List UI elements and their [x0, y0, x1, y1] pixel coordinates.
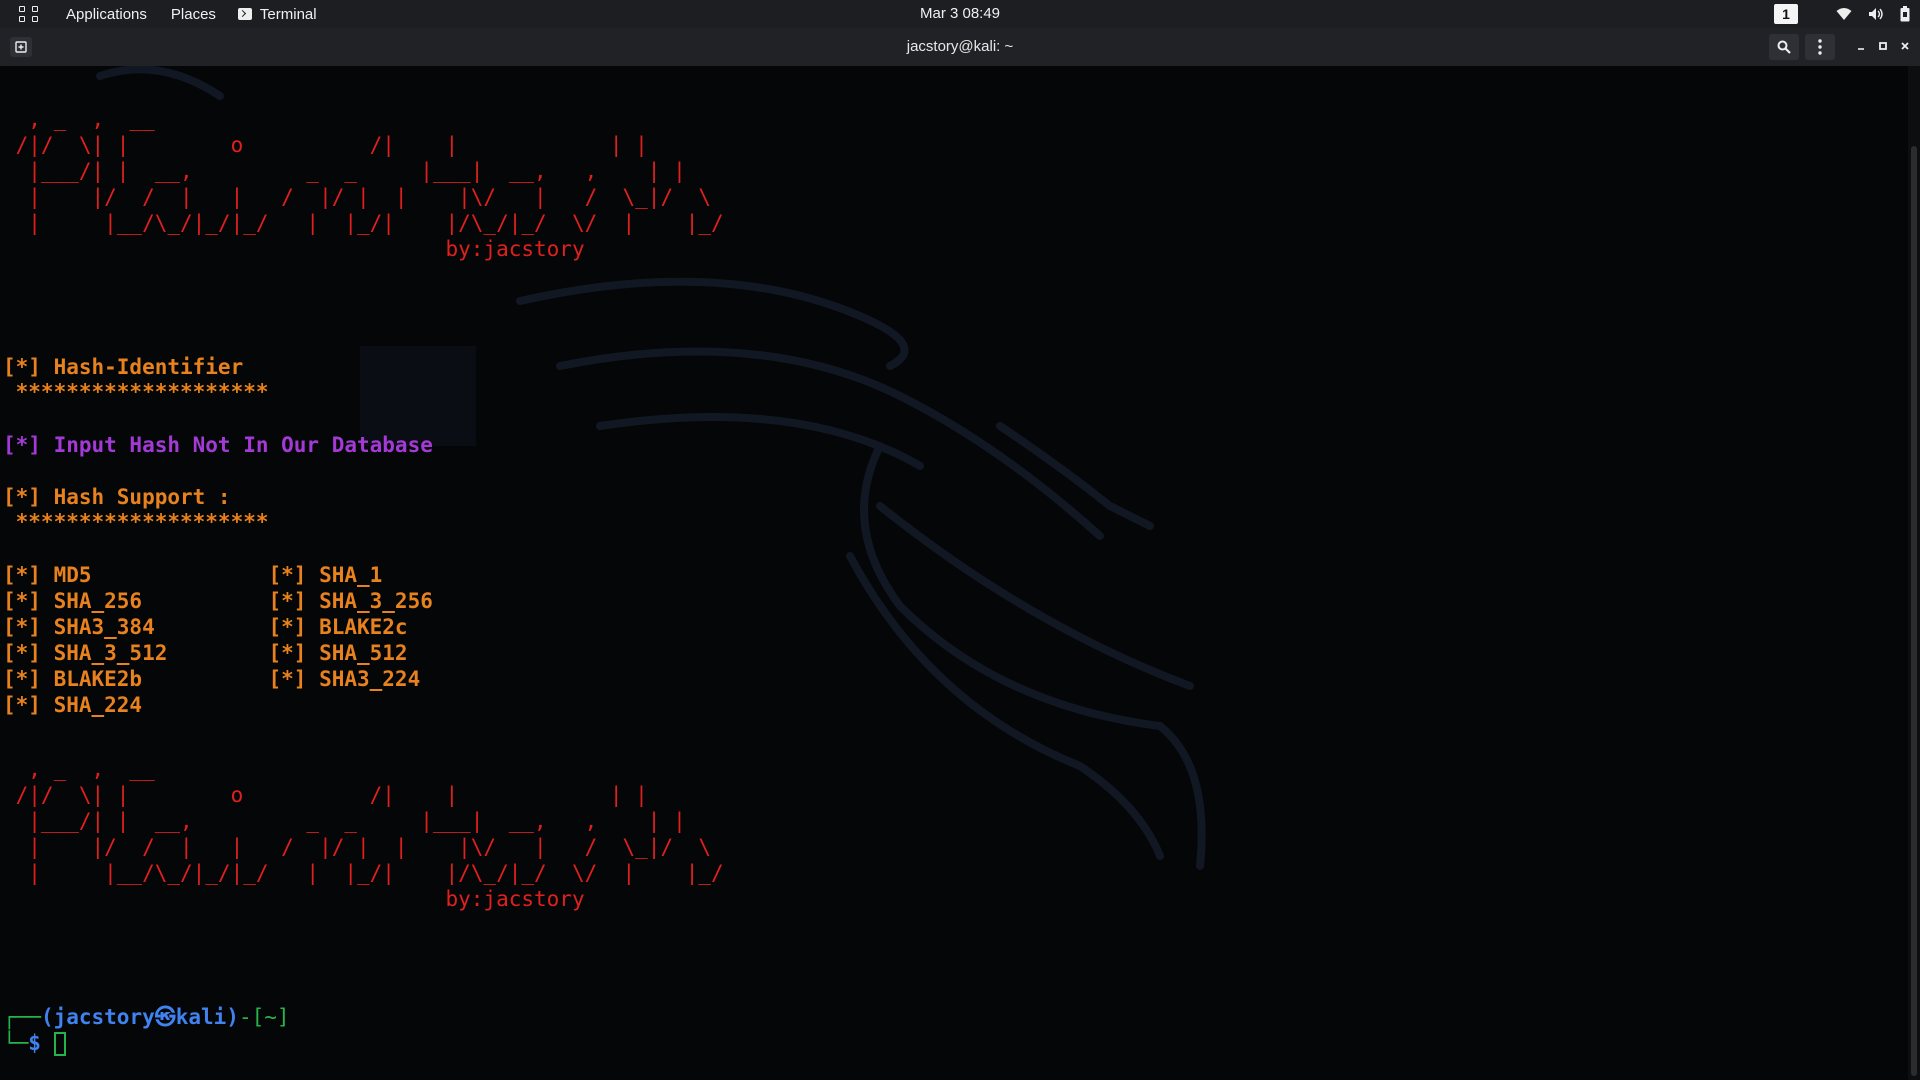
hash-row: [*] MD5 [*] SHA_1 [3, 563, 383, 587]
close-button[interactable] [1897, 38, 1913, 54]
applications-menu[interactable]: Applications [66, 6, 147, 23]
banner-byline: by:jacstory [3, 237, 585, 261]
menu-button[interactable] [1805, 34, 1835, 60]
close-icon [1901, 42, 1909, 50]
system-tray: 1 [1774, 0, 1910, 28]
window-title: jacstory@kali: ~ [906, 38, 1014, 55]
hash-row: [*] SHA_224 [3, 693, 143, 717]
kebab-menu-icon [1818, 39, 1822, 55]
ascii-banner: , _ , __ /|/ \| | o /| | | | |___/| | __… [15, 757, 724, 885]
prompt-user-host: (jacstory㉿kali) [40, 1005, 239, 1029]
workspace-indicator[interactable]: 1 [1774, 4, 1798, 24]
hash-support-title: [*] Hash Support : [3, 485, 231, 509]
volume-icon[interactable] [1868, 7, 1884, 21]
search-icon [1777, 40, 1791, 54]
not-in-database-message: [*] Input Hash Not In Our Database [3, 433, 433, 457]
minimize-icon [1858, 48, 1864, 50]
terminal-launcher-label: Terminal [259, 5, 317, 23]
prompt-prefix: ┌── [3, 1005, 41, 1029]
terminal-launcher[interactable]: Terminal [237, 5, 317, 23]
hash-identifier-title: [*] Hash-Identifier [3, 355, 244, 379]
text-cursor[interactable] [53, 1032, 66, 1056]
battery-icon[interactable] [1900, 6, 1910, 22]
terminal-viewport[interactable]: , _ , __ /|/ \| | o /| | | | |___/| | __… [0, 66, 1908, 1080]
banner-byline: by:jacstory [3, 887, 585, 911]
prompt-symbol: $ [28, 1031, 41, 1055]
clock[interactable]: Mar 3 08:49 [920, 5, 1000, 22]
terminal-icon [237, 8, 252, 20]
hash-row: [*] BLAKE2b [*] SHA3_224 [3, 667, 421, 691]
window-titlebar[interactable]: jacstory@kali: ~ [0, 28, 1920, 67]
app-grid-icon[interactable] [18, 2, 42, 26]
hash-support-stars: ******************** [3, 510, 269, 534]
maximize-button[interactable] [1875, 38, 1891, 54]
ascii-banner: , _ , __ /|/ \| | o /| | | | |___/| | __… [15, 107, 724, 235]
places-menu[interactable]: Places [171, 6, 216, 23]
terminal-scrollbar[interactable] [1908, 66, 1920, 1080]
scrollbar-thumb[interactable] [1911, 146, 1917, 1076]
search-button[interactable] [1769, 34, 1799, 60]
prompt-directory: -[~] [238, 1005, 290, 1029]
maximize-icon [1879, 42, 1887, 50]
hash-row: [*] SHA_256 [*] SHA_3_256 [3, 589, 433, 613]
wifi-icon[interactable] [1836, 7, 1852, 21]
prompt-line-1: ┌──(jacstory㉿kali)-[~] [3, 1004, 290, 1030]
prompt-line-2[interactable]: └─$ [3, 1030, 66, 1056]
top-panel: Applications Places Terminal Mar 3 08:49… [0, 0, 1920, 28]
hash-row: [*] SHA3_384 [*] BLAKE2c [3, 615, 408, 639]
minimize-button[interactable] [1853, 38, 1869, 54]
stars-line: ******************** [3, 380, 269, 404]
prompt-second-prefix: └─ [3, 1031, 29, 1055]
hash-row: [*] SHA_3_512 [*] SHA_512 [3, 641, 408, 665]
